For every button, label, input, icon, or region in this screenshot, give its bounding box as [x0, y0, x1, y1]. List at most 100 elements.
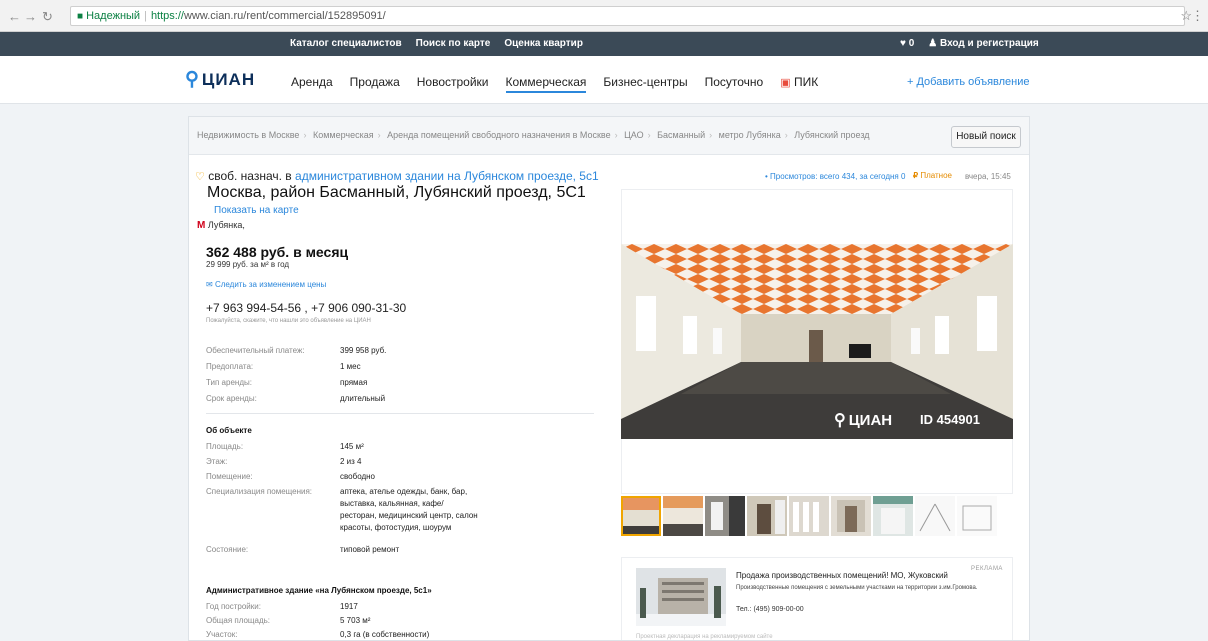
- follow-price-label: Следить за изменением цены: [214, 280, 327, 289]
- metro-station: M Лубянка,: [197, 220, 245, 231]
- envelope-icon: ✉: [206, 280, 213, 289]
- building-link[interactable]: административном здании на Лубянском про…: [295, 169, 599, 183]
- breadcrumb-item[interactable]: метро Лубянка: [719, 130, 781, 140]
- breadcrumb: Недвижимость в Москве › Коммерческая › Аре…: [197, 130, 870, 140]
- thumbnail-strip: [621, 496, 997, 536]
- main-photo[interactable]: [621, 244, 1013, 439]
- param-key: Этаж:: [206, 457, 228, 466]
- topbar-link-catalog[interactable]: Каталог специалистов: [290, 38, 402, 49]
- favorite-heart-icon[interactable]: ♡: [195, 171, 205, 183]
- param-key: Площадь:: [206, 442, 244, 451]
- nav-daily[interactable]: Посуточно: [705, 75, 764, 93]
- address-bar[interactable]: ■ Надежный | https://www.cian.ru/rent/comm…: [70, 6, 1185, 26]
- thumbnail[interactable]: [831, 496, 871, 536]
- metro-name[interactable]: Лубянка,: [208, 220, 245, 230]
- cian-logo[interactable]: ⚲ ЦИАН: [185, 68, 255, 91]
- param-row: Год постройки: 1917: [206, 601, 490, 615]
- param-value: 5 703 м²: [340, 616, 371, 625]
- param-key: Тип аренды:: [206, 378, 252, 387]
- add-listing-link[interactable]: + Добавить объявление: [907, 76, 1030, 88]
- thumbnail[interactable]: [789, 496, 829, 536]
- breadcrumb-item[interactable]: Коммерческая: [313, 130, 374, 140]
- param-value: 2 из 4: [340, 457, 362, 466]
- param-key: Специализация помещения:: [206, 487, 313, 496]
- menu-dots-icon[interactable]: ⋮: [1191, 8, 1204, 24]
- breadcrumb-item[interactable]: Лубянский проезд: [794, 130, 869, 140]
- topbar-link-valuation[interactable]: Оценка квартир: [504, 38, 583, 49]
- url-scheme: https://: [150, 10, 184, 22]
- ad-description: Производственные помещения с земельными …: [736, 585, 978, 591]
- param-value: 1917: [340, 602, 358, 611]
- new-search-button[interactable]: Новый поиск: [951, 126, 1021, 148]
- forward-icon[interactable]: →: [24, 9, 37, 24]
- param-key: Состояние:: [206, 545, 249, 554]
- topbar-link-map-search[interactable]: Поиск по карте: [416, 38, 491, 49]
- nav-pik[interactable]: ▣ ПИК: [780, 75, 818, 93]
- param-key: Обеспечительный платеж:: [206, 346, 305, 355]
- login-button[interactable]: ♟ Вход и регистрация: [928, 38, 1038, 49]
- watermark-logo: ⚲ ЦИАН: [834, 410, 892, 430]
- param-key: Общая площадь:: [206, 616, 271, 625]
- param-row: Площадь: 145 м²: [206, 441, 490, 456]
- watermark-pin-icon: ⚲: [834, 412, 846, 429]
- nav-new-buildings[interactable]: Новостройки: [417, 75, 489, 93]
- nav-rent[interactable]: Аренда: [291, 75, 333, 93]
- offer-card: Недвижимость в Москве › Коммерческая › Аре…: [188, 116, 1030, 641]
- reload-icon[interactable]: ↻: [42, 9, 53, 25]
- thumbnail[interactable]: [873, 496, 913, 536]
- param-row: Обеспечительный платеж: 399 958 руб.: [206, 345, 490, 361]
- nav-commercial[interactable]: Коммерческая: [505, 75, 587, 93]
- breadcrumb-item[interactable]: ЦАО: [624, 130, 643, 140]
- param-row: Участок: 0,3 га (в собственности): [206, 629, 490, 640]
- param-row: Тип аренды: прямая: [206, 377, 490, 393]
- paid-label: Платное: [920, 171, 952, 180]
- logo-pin-icon: ⚲: [185, 69, 200, 90]
- thumbnail[interactable]: [747, 496, 787, 536]
- thumbnail[interactable]: [915, 496, 955, 536]
- lock-icon: ■: [77, 11, 84, 22]
- favorites-button[interactable]: ♥ 0: [900, 38, 914, 49]
- nav-pik-label: ПИК: [793, 75, 819, 89]
- photo-id: ID 454901: [920, 412, 980, 427]
- ad-title[interactable]: Продажа производственных помещений! МО, …: [736, 571, 948, 580]
- show-on-map-link[interactable]: Показать на карте: [214, 205, 299, 216]
- follow-price-link[interactable]: ✉ Следить за изменением цены: [206, 280, 326, 289]
- user-icon: ♟: [928, 38, 938, 49]
- param-value: 399 958 руб.: [340, 346, 387, 355]
- nav-sale[interactable]: Продажа: [350, 75, 400, 93]
- thumbnail[interactable]: [663, 496, 703, 536]
- offer-type-line: ♡ своб. назнач. в административном здани…: [195, 169, 599, 183]
- param-row: Общая площадь: 5 703 м²: [206, 615, 490, 629]
- param-value: длительный: [340, 394, 386, 403]
- thumbnail[interactable]: [705, 496, 745, 536]
- phone-numbers[interactable]: +7 963 994-54-56 , +7 906 090-31-30: [206, 301, 406, 315]
- ad-label: РЕКЛАМА: [971, 566, 1003, 572]
- param-key: Предоплата:: [206, 362, 254, 371]
- ad-block[interactable]: Продажа производственных помещений! МО, …: [621, 557, 1013, 640]
- offer-address: Москва, район Басманный, Лубянский проез…: [207, 184, 586, 201]
- posted-time: вчера, 15:45: [965, 172, 1011, 181]
- thumbnail[interactable]: [957, 496, 997, 536]
- phone-note: Пожалуйста, скажите, что нашли это объяв…: [206, 318, 371, 324]
- ad-image[interactable]: [636, 568, 726, 626]
- breadcrumb-item[interactable]: Недвижимость в Москве: [197, 130, 299, 140]
- heart-icon: ♥: [900, 38, 906, 49]
- back-icon[interactable]: ←: [8, 9, 21, 24]
- pik-icon: ▣: [780, 77, 791, 89]
- param-row: Состояние: типовой ремонт: [206, 544, 490, 559]
- thumbnail[interactable]: [621, 496, 661, 536]
- main-nav: Аренда Продажа Новостройки Коммерческая …: [291, 75, 818, 93]
- nav-business-centers[interactable]: Бизнес-центры: [603, 75, 687, 93]
- ad-phone: Тел.: (495) 909-00-00: [736, 606, 804, 613]
- top-bar: Каталог специалистов Поиск по карте Оцен…: [0, 32, 1208, 56]
- breadcrumb-item[interactable]: Басманный: [657, 130, 705, 140]
- param-key: Год постройки:: [206, 602, 261, 611]
- url-path: www.cian.ru/rent/commercial/152895091/: [183, 10, 386, 22]
- breadcrumb-item[interactable]: Аренда помещений свободного назначения в…: [387, 130, 610, 140]
- param-value: 0,3 га (в собственности): [340, 630, 430, 639]
- views-counter[interactable]: • Просмотров: всего 434, за сегодня 0: [765, 172, 905, 181]
- param-row: Предоплата: 1 мес: [206, 361, 490, 377]
- rent-terms: Обеспечительный платеж: 399 958 руб. Пред…: [206, 345, 490, 409]
- logo-text: ЦИАН: [201, 70, 256, 89]
- offer-type: своб. назнач. в: [208, 169, 292, 183]
